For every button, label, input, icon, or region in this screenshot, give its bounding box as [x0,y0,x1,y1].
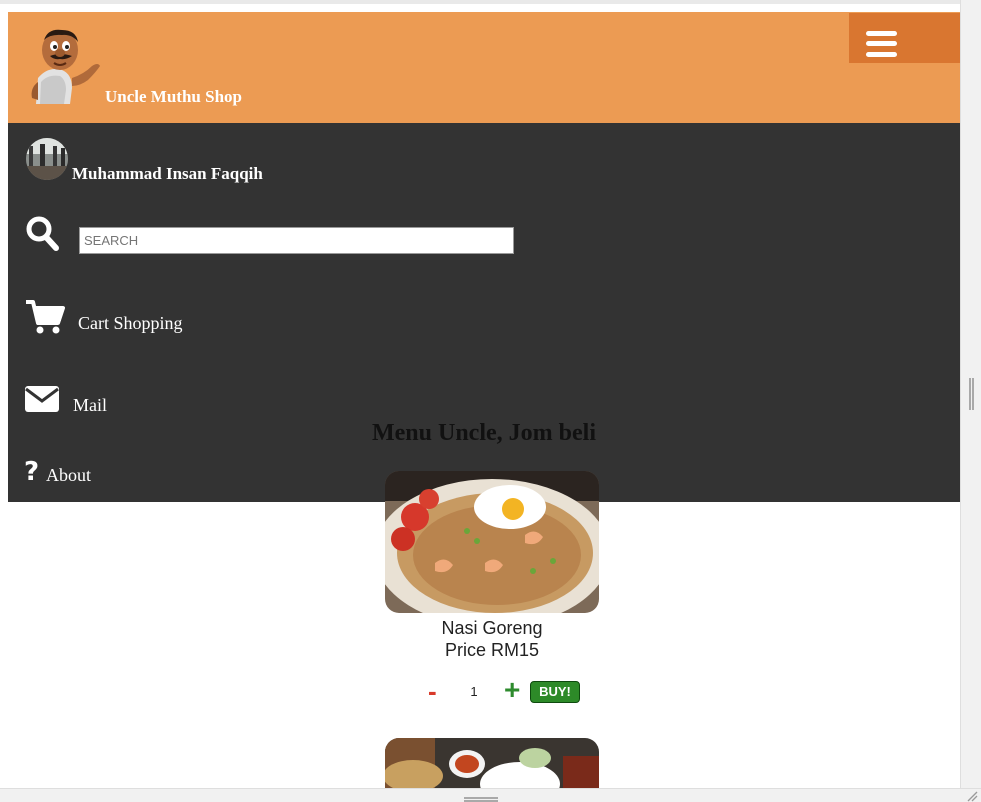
nav-item-label: About [46,465,91,485]
nav-item-about[interactable]: ? About [24,457,144,491]
username: Muhammad Insan Faqqih [72,164,263,183]
decrease-quantity-button[interactable]: - [428,678,437,704]
hamburger-icon-bar [866,41,897,46]
hamburger-icon-bar [866,52,897,57]
vertical-scrollbar[interactable] [960,0,981,788]
search-input[interactable] [79,227,514,254]
shop-name[interactable]: Uncle Muthu Shop [105,87,242,107]
quantity-value[interactable]: 1 [464,684,484,699]
scrollbar-grip-icon[interactable] [969,378,974,410]
product-name: Nasi Goreng [441,618,543,638]
buy-button[interactable]: BUY! [530,681,580,703]
site-header: Uncle Muthu Shop [8,12,960,123]
horizontal-scrollbar[interactable] [0,788,981,802]
section-title: Menu Uncle, Jom beli [372,420,596,446]
product-image[interactable] [385,471,599,613]
nav-item-cart-shopping[interactable]: Cart Shopping [24,299,224,339]
nav-item-mail[interactable]: Mail [24,385,224,425]
menu-toggle-button[interactable] [849,13,960,63]
page: Uncle Muthu Shop Muhammad Insan Faqqih S… [8,12,960,788]
product-price: Price RM15 [444,640,540,660]
resize-handle-icon[interactable] [966,789,978,802]
envelope-icon [24,385,60,418]
search-icon[interactable] [24,215,64,255]
nav-item-label: Mail [73,395,107,415]
scrollbar-grip-icon[interactable] [464,797,498,802]
nav-item-label: Cart Shopping [78,313,183,333]
shopping-cart-icon [24,299,66,340]
increase-quantity-button[interactable]: + [504,676,520,704]
uncle-cartoon-logo [26,26,102,104]
product-image[interactable] [385,738,599,788]
avatar[interactable] [26,138,68,180]
window-top-edge [0,0,981,4]
hamburger-icon [866,31,897,36]
question-mark-icon: ? [24,457,40,487]
